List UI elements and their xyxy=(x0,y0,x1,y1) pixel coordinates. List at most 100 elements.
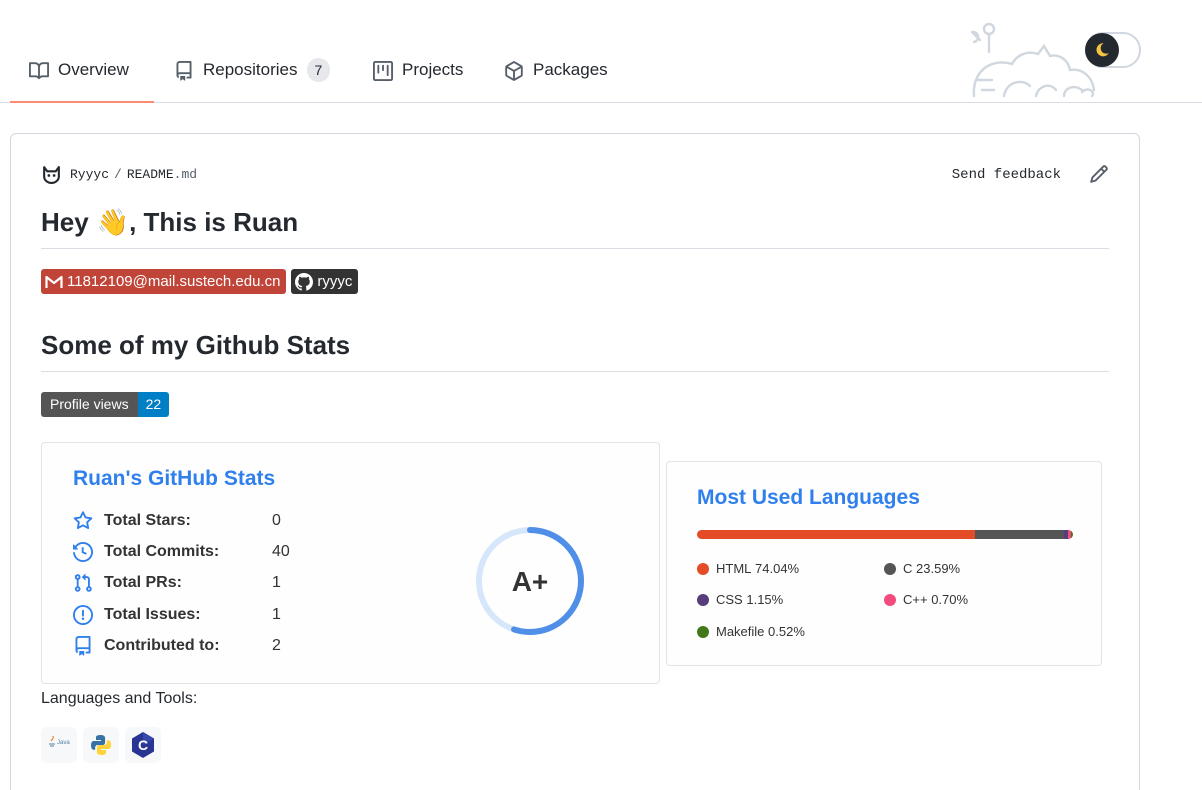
lang-percent: 0.52% xyxy=(768,624,805,639)
lang-item-css: CSS 1.15% xyxy=(697,592,783,607)
lang-item-c: C 23.59% xyxy=(884,561,960,576)
issue-icon xyxy=(72,604,94,626)
stat-value: 1 xyxy=(272,574,281,591)
lang-item-cpp: C++ 0.70% xyxy=(884,592,968,607)
lang-dot xyxy=(884,593,896,606)
repo-icon xyxy=(176,61,192,81)
cat-avatar-icon xyxy=(43,166,60,184)
rank-ring: A+ xyxy=(476,527,584,635)
rank-grade: A+ xyxy=(512,566,549,597)
c-logo-text: C xyxy=(138,737,148,753)
stat-row-commits: Total Commits: 40 xyxy=(72,541,290,563)
stat-value: 1 xyxy=(272,606,281,623)
stat-label: Total Stars: xyxy=(104,512,191,529)
repositories-count-badge: 7 xyxy=(306,58,331,82)
stat-label: Contributed to: xyxy=(104,637,220,654)
project-icon xyxy=(373,61,393,81)
repo-icon xyxy=(72,635,94,657)
lang-name: C++ xyxy=(903,592,928,607)
languages-title: Most Used Languages xyxy=(697,486,920,509)
c-icon: C xyxy=(132,732,154,758)
lang-percent: 23.59% xyxy=(916,561,961,576)
stat-row-stars: Total Stars: 0 xyxy=(72,510,281,532)
stat-row-contributed: Contributed to: 2 xyxy=(72,635,281,657)
readme-file-ext: .md xyxy=(173,167,198,182)
email-badge-text: 11812109@mail.sustech.edu.cn xyxy=(67,273,281,290)
lang-name: Makefile xyxy=(716,624,765,639)
github-stats-title: Ruan's GitHub Stats xyxy=(73,467,276,490)
stats-heading: Some of my Github Stats xyxy=(41,330,1109,372)
tab-overview[interactable]: Overview xyxy=(10,44,154,103)
tab-projects[interactable]: Projects xyxy=(373,44,463,102)
lang-percent: 1.15% xyxy=(746,592,784,607)
readme-user-link[interactable]: Ryyyc xyxy=(70,167,109,182)
c-language-logo[interactable]: C xyxy=(125,727,161,763)
stat-row-issues: Total Issues: 1 xyxy=(72,604,281,626)
lang-dot xyxy=(884,562,896,575)
languages-bar xyxy=(697,530,1073,539)
language-bar-segment xyxy=(975,530,1065,539)
github-icon xyxy=(295,272,314,291)
stat-label: Total Commits: xyxy=(104,543,220,560)
readme-card: Ryyyc / README .md Send feedback Hey 👋 , … xyxy=(10,133,1140,790)
github-badge[interactable]: ryyyc xyxy=(291,269,359,294)
lang-name: CSS xyxy=(716,592,743,607)
heading-text-rest: , This is Ruan xyxy=(129,207,299,237)
pencil-icon xyxy=(1090,165,1108,183)
github-badge-text: ryyyc xyxy=(317,273,353,290)
profile-views-count: 22 xyxy=(137,392,170,417)
stat-row-prs: Total PRs: 1 xyxy=(72,572,281,594)
lang-item-html: HTML 74.04% xyxy=(697,561,799,576)
heading-text: Hey xyxy=(41,207,89,237)
stat-label: Total Issues: xyxy=(104,606,201,623)
tab-repositories[interactable]: Repositories 7 xyxy=(174,44,331,102)
lang-percent: 74.04% xyxy=(755,561,800,576)
lang-percent: 0.70% xyxy=(931,592,969,607)
gmail-icon xyxy=(45,275,63,288)
stat-value: 2 xyxy=(272,637,281,654)
email-badge[interactable]: 11812109@mail.sustech.edu.cn xyxy=(41,269,287,294)
tab-overview-label: Overview xyxy=(58,60,129,79)
python-icon xyxy=(91,735,111,755)
contact-badges: 11812109@mail.sustech.edu.cn ryyyc xyxy=(41,269,359,294)
lang-dot xyxy=(697,625,709,638)
stat-value: 0 xyxy=(272,512,281,529)
star-icon xyxy=(72,510,94,532)
github-stats-card[interactable]: Ruan's GitHub Stats Total Stars: 0 Total… xyxy=(41,442,660,684)
stat-label: Total PRs: xyxy=(104,574,182,591)
moon-icon xyxy=(1096,43,1109,57)
readme-breadcrumb: Ryyyc / README .md xyxy=(41,164,197,185)
tab-repositories-label: Repositories xyxy=(203,60,298,79)
lang-item-makefile: Makefile 0.52% xyxy=(697,624,805,639)
readme-heading: Hey 👋 , This is Ruan xyxy=(41,207,1109,249)
readme-separator: / xyxy=(114,167,122,182)
theme-toggle[interactable] xyxy=(1085,32,1141,68)
send-feedback-link[interactable]: Send feedback xyxy=(952,167,1061,183)
profile-tabnav: Overview Repositories 7 Projects Package… xyxy=(0,0,1202,103)
profile-views-badge: Profile views 22 xyxy=(41,392,170,417)
java-logo[interactable]: Java xyxy=(41,727,77,763)
tab-packages-label: Packages xyxy=(533,60,608,79)
history-icon xyxy=(72,541,94,563)
pull-request-icon xyxy=(72,572,94,594)
cat-mascot-icon xyxy=(970,22,1096,98)
java-logo-text: Java xyxy=(57,740,70,746)
edit-readme-button[interactable] xyxy=(1089,164,1109,189)
languages-tools-label: Languages and Tools: xyxy=(41,690,198,707)
most-used-languages-card[interactable]: Most Used Languages HTML 74.04% C 23.59%… xyxy=(666,461,1102,666)
lang-name: HTML xyxy=(716,561,752,576)
tab-projects-label: Projects xyxy=(402,60,464,79)
lang-dot xyxy=(697,593,709,606)
lang-name: C xyxy=(903,561,913,576)
language-bar-segment xyxy=(697,530,976,539)
tab-packages[interactable]: Packages xyxy=(504,44,608,102)
tools-list: Java C xyxy=(41,727,161,763)
theme-toggle-knob xyxy=(1085,33,1119,67)
python-logo[interactable] xyxy=(83,727,119,763)
java-icon: Java xyxy=(49,735,70,747)
book-icon xyxy=(29,62,49,80)
lang-dot xyxy=(697,562,709,575)
package-icon xyxy=(505,61,523,81)
profile-views-label: Profile views xyxy=(41,392,138,417)
language-bar-segment xyxy=(1071,530,1073,539)
